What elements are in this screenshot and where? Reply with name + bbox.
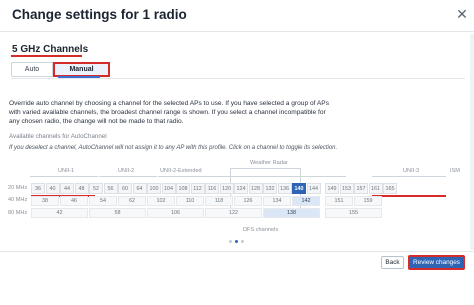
group-label-ism: ISM xyxy=(450,168,460,174)
dialog-title: Change settings for 1 radio xyxy=(12,7,187,22)
channel-40-126[interactable]: 126 xyxy=(234,196,262,206)
channel-40-151[interactable]: 151 xyxy=(325,196,353,206)
width-label-20: 20 MHz xyxy=(8,185,28,191)
channel-20-44[interactable]: 44 xyxy=(60,183,74,194)
channel-20-128[interactable]: 128 xyxy=(248,183,263,194)
divider xyxy=(11,78,465,79)
channel-20-60[interactable]: 60 xyxy=(118,183,132,194)
channel-20-120[interactable]: 120 xyxy=(219,183,234,194)
channel-20-108[interactable]: 108 xyxy=(176,183,190,194)
group-label-unii2: UNII-2 xyxy=(118,168,135,174)
channel-grid: UNII-1 UNII-2 UNII-2-Extended Weather Ra… xyxy=(0,160,474,240)
unii3-highlight xyxy=(372,195,446,197)
pagination-dots xyxy=(229,239,245,245)
channel-20-144[interactable]: 144 xyxy=(306,183,321,194)
unii1-bracket xyxy=(30,176,98,177)
close-icon[interactable]: ✕ xyxy=(454,6,470,24)
channel-20-132[interactable]: 132 xyxy=(263,183,277,194)
channel-80-138[interactable]: 138 xyxy=(263,208,320,218)
footer-divider xyxy=(0,251,474,252)
channel-20-140[interactable]: 140 xyxy=(292,183,306,194)
channel-20-161[interactable]: 161 xyxy=(368,183,383,194)
channel-20-116[interactable]: 116 xyxy=(205,183,219,194)
unii3-bracket xyxy=(372,176,446,177)
channel-40-159[interactable]: 159 xyxy=(354,196,382,206)
channel-20-52[interactable]: 52 xyxy=(89,183,103,194)
tab-manual[interactable]: Manual xyxy=(53,62,110,77)
dfs-label: DFS channels xyxy=(243,227,279,233)
channel-20-48[interactable]: 48 xyxy=(74,183,89,194)
channel-20-165[interactable]: 165 xyxy=(383,183,397,194)
channel-20-64[interactable]: 64 xyxy=(132,183,147,194)
page-dot[interactable] xyxy=(241,240,244,243)
available-channels-label: Available channels for AutoChannel xyxy=(9,133,107,140)
channel-40-38[interactable]: 38 xyxy=(31,196,59,206)
channel-20-153[interactable]: 153 xyxy=(339,183,354,194)
back-button[interactable]: Back xyxy=(381,256,404,269)
unii2-bracket xyxy=(99,176,157,177)
width-label-40: 40 MHz xyxy=(8,197,28,203)
channel-40-54[interactable]: 54 xyxy=(89,196,117,206)
page-dot[interactable] xyxy=(229,240,232,243)
channel-80-106[interactable]: 106 xyxy=(147,208,204,218)
channel-40-142[interactable]: 142 xyxy=(292,196,320,206)
channel-80-122[interactable]: 122 xyxy=(205,208,262,218)
section-title-highlight xyxy=(11,55,82,57)
group-label-unii3: UNII-3 xyxy=(403,168,420,174)
channel-20-56[interactable]: 56 xyxy=(103,183,118,194)
review-changes-button[interactable]: Review changes xyxy=(408,255,465,270)
channel-20-36[interactable]: 36 xyxy=(31,183,45,194)
channel-80-155[interactable]: 155 xyxy=(325,208,382,218)
channel-20-124[interactable]: 124 xyxy=(234,183,248,194)
page-dot-active[interactable] xyxy=(235,240,238,243)
channel-40-118[interactable]: 118 xyxy=(205,196,233,206)
channel-20-136[interactable]: 136 xyxy=(277,183,292,194)
channel-80-58[interactable]: 58 xyxy=(89,208,146,218)
dialog-header: Change settings for 1 radio ✕ xyxy=(0,0,474,32)
width-label-80: 80 MHz xyxy=(8,210,28,216)
channel-20-157[interactable]: 157 xyxy=(354,183,368,194)
group-label-unii2e: UNII-2-Extended xyxy=(160,168,202,174)
tab-auto[interactable]: Auto xyxy=(11,62,53,77)
channel-20-104[interactable]: 104 xyxy=(161,183,176,194)
channel-40-134[interactable]: 134 xyxy=(263,196,291,206)
channel-20-100[interactable]: 100 xyxy=(147,183,161,194)
channel-80-42[interactable]: 42 xyxy=(31,208,88,218)
group-label-weather: Weather Radar xyxy=(250,160,288,166)
scrollbar[interactable] xyxy=(470,34,474,250)
channel-40-46[interactable]: 46 xyxy=(60,196,88,206)
channel-40-110[interactable]: 110 xyxy=(176,196,204,206)
section-title: 5 GHz Channels xyxy=(12,44,89,55)
channel-20-149[interactable]: 149 xyxy=(325,183,339,194)
channel-40-102[interactable]: 102 xyxy=(147,196,175,206)
channel-20-40[interactable]: 40 xyxy=(45,183,60,194)
group-label-unii1: UNII-1 xyxy=(58,168,75,174)
channel-20-112[interactable]: 112 xyxy=(190,183,205,194)
channel-40-62[interactable]: 62 xyxy=(118,196,146,206)
description-text: Override auto channel by choosing a chan… xyxy=(9,100,329,126)
deselect-warning: If you deselect a channel, AutoChannel w… xyxy=(9,145,338,151)
